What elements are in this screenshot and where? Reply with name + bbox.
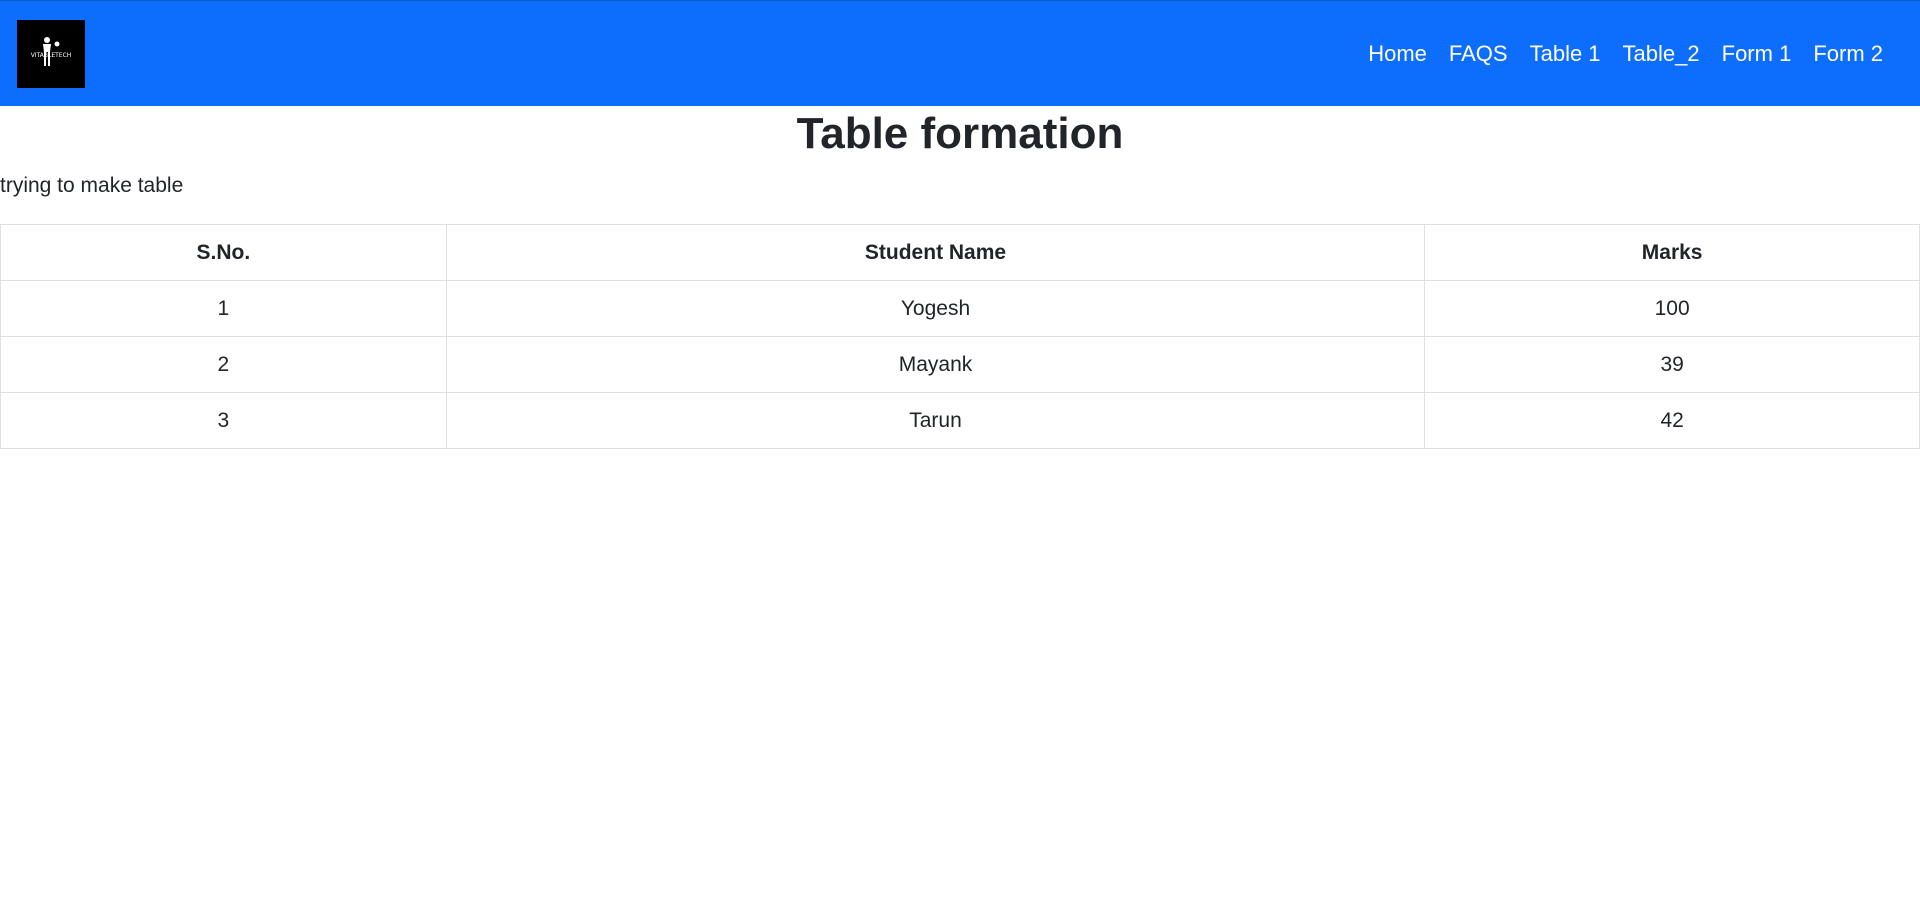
page-title: Table formation (796, 109, 1124, 158)
brand-logo[interactable]: VITABLETECH (17, 20, 85, 88)
cell-student-name: Yogesh (445, 280, 1426, 337)
nav-link-faqs[interactable]: FAQS (1438, 1, 1519, 107)
logo-figure-icon: VITABLETECH (31, 37, 72, 66)
cell-student-name: Mayank (445, 336, 1426, 393)
nav-link-table-1[interactable]: Table 1 (1519, 1, 1612, 107)
cell-marks: 100 (1424, 280, 1920, 337)
nav-link-table-2[interactable]: Table_2 (1612, 1, 1711, 107)
student-table: S.No. Student Name Marks 1 Yogesh 100 2 … (0, 224, 1920, 449)
cell-sno: 1 (0, 280, 447, 337)
header-marks: Marks (1424, 224, 1920, 281)
nav-link-home[interactable]: Home (1357, 1, 1438, 107)
table-row: 1 Yogesh 100 (0, 280, 1920, 337)
table-row: 2 Mayank 39 (0, 336, 1920, 393)
nav-link-form-2[interactable]: Form 2 (1802, 1, 1894, 107)
cell-sno: 2 (0, 336, 447, 393)
nav-link-form-1[interactable]: Form 1 (1711, 1, 1803, 107)
nav-links: Home FAQS Table 1 Table_2 Form 1 Form 2 (1357, 1, 1894, 107)
page-subtitle: trying to make table (0, 174, 184, 197)
table-row: 3 Tarun 42 (0, 392, 1920, 449)
table-header-row: S.No. Student Name Marks (0, 224, 1920, 281)
cell-student-name: Tarun (445, 392, 1426, 449)
cell-marks: 39 (1424, 336, 1920, 393)
navbar: VITABLETECH Home FAQS Table 1 Table_2 Fo… (0, 0, 1920, 106)
logo-text: VITABLETECH (31, 52, 72, 59)
header-sno: S.No. (0, 224, 447, 281)
cell-marks: 42 (1424, 392, 1920, 449)
header-student-name: Student Name (445, 224, 1426, 281)
cell-sno: 3 (0, 392, 447, 449)
